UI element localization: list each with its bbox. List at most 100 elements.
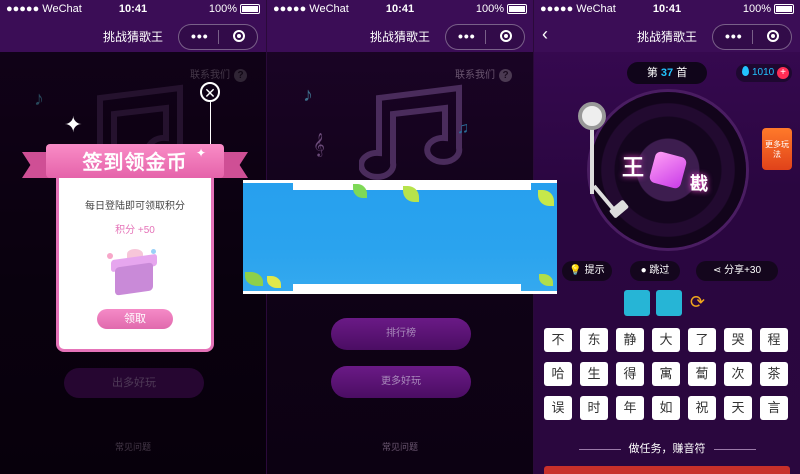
screen-game: ●●●●● WeChat 10:41 100% ‹ 挑战猜歌王 ••• 第 37… bbox=[534, 0, 800, 474]
close-miniprogram-icon[interactable] bbox=[233, 30, 245, 42]
faq-link[interactable]: 常见问题 bbox=[267, 440, 533, 453]
char-key[interactable]: 不 bbox=[544, 328, 572, 352]
answer-slot[interactable] bbox=[656, 290, 682, 316]
skip-label: 跳过 bbox=[649, 265, 670, 276]
char-key[interactable]: 生 bbox=[580, 362, 608, 386]
leaderboard-button[interactable]: 排行榜 bbox=[331, 318, 471, 350]
capsule-divider bbox=[218, 30, 219, 44]
add-coins-icon[interactable]: + bbox=[777, 67, 789, 79]
char-key[interactable]: 年 bbox=[616, 396, 644, 420]
close-modal-button[interactable]: ✕ bbox=[200, 82, 220, 102]
char-key[interactable]: 了 bbox=[688, 328, 716, 352]
mini-program-capsule: ••• bbox=[178, 24, 258, 50]
tonearm-base bbox=[578, 102, 606, 130]
record-label bbox=[648, 150, 688, 190]
hint-label: 提示 bbox=[584, 265, 605, 276]
nav-bar: 挑战猜歌王 ••• bbox=[0, 18, 266, 52]
char-key[interactable]: 程 bbox=[760, 328, 788, 352]
char-key[interactable]: 大 bbox=[652, 328, 680, 352]
char-key[interactable]: 时 bbox=[580, 396, 608, 420]
char-key[interactable]: 祝 bbox=[688, 396, 716, 420]
close-miniprogram-icon[interactable] bbox=[767, 30, 779, 42]
nav-bar: ‹ 挑战猜歌王 ••• bbox=[534, 18, 800, 52]
level-number: 37 bbox=[660, 67, 674, 79]
char-key[interactable]: 静 bbox=[616, 328, 644, 352]
battery: 100% bbox=[476, 3, 527, 15]
char-key[interactable]: 言 bbox=[760, 396, 788, 420]
char-key[interactable]: 天 bbox=[724, 396, 752, 420]
char-key[interactable]: 蔔 bbox=[688, 362, 716, 386]
battery-percent: 100% bbox=[208, 3, 237, 15]
status-bar: ●●●●● WeChat 10:41 100% bbox=[534, 0, 800, 18]
signin-desc: 每日登陆即可领取积分 bbox=[85, 201, 185, 212]
record-text: 戡 bbox=[690, 174, 708, 194]
more-icon[interactable]: ••• bbox=[725, 28, 743, 44]
battery: 100% bbox=[209, 3, 260, 15]
char-key[interactable]: 寓 bbox=[652, 362, 680, 386]
banner-background bbox=[243, 183, 557, 291]
char-key[interactable]: 哈 bbox=[544, 362, 572, 386]
level-prefix: 第 bbox=[646, 67, 658, 79]
capsule-divider bbox=[752, 30, 753, 44]
note-decoration-icon: ♪ bbox=[303, 84, 313, 106]
hint-button[interactable]: 💡 提示 bbox=[562, 261, 612, 281]
help-icon: ? bbox=[499, 69, 512, 82]
more-icon[interactable]: ••• bbox=[191, 28, 209, 44]
record-text: 王 bbox=[622, 155, 645, 180]
level-indicator: 第 37 首 bbox=[627, 62, 707, 84]
battery-icon bbox=[507, 4, 527, 15]
ad-banner[interactable] bbox=[243, 180, 557, 294]
clef-decoration-icon: 𝄞 bbox=[313, 134, 325, 156]
tonearm bbox=[590, 122, 594, 194]
screen-signin: ●●●●● WeChat 10:41 100% 挑战猜歌王 ••• 联系我们? … bbox=[0, 0, 266, 474]
claim-button[interactable]: 领取 bbox=[97, 309, 173, 329]
battery: 100% bbox=[743, 3, 794, 15]
char-key[interactable]: 茶 bbox=[760, 362, 788, 386]
char-key[interactable]: 哭 bbox=[724, 328, 752, 352]
more-fun-button[interactable]: 更多好玩 bbox=[331, 366, 471, 398]
char-key[interactable]: 得 bbox=[616, 362, 644, 386]
coin-count: 1010 bbox=[752, 67, 775, 78]
share-button[interactable]: ⋖ 分享+30 bbox=[696, 261, 778, 281]
battery-icon bbox=[774, 4, 794, 15]
sparkle-icon: ✦ bbox=[64, 112, 83, 137]
ribbon-tail-right bbox=[220, 152, 248, 178]
refresh-icon[interactable]: ⟳ bbox=[690, 292, 705, 313]
status-bar: ●●●●● WeChat 10:41 100% bbox=[267, 0, 533, 18]
mini-program-capsule: ••• bbox=[445, 24, 525, 50]
battery-percent: 100% bbox=[475, 3, 504, 15]
status-bar: ●●●●● WeChat 10:41 100% bbox=[0, 0, 266, 18]
note-decoration-icon: ♫ bbox=[457, 120, 469, 137]
share-icon: ⋖ bbox=[712, 265, 722, 276]
battery-icon bbox=[240, 4, 260, 15]
capsule-divider bbox=[485, 30, 486, 44]
char-key[interactable]: 次 bbox=[724, 362, 752, 386]
close-miniprogram-icon[interactable] bbox=[500, 30, 512, 42]
signin-ribbon: 签到领金币 bbox=[22, 140, 248, 184]
char-key[interactable]: 东 bbox=[580, 328, 608, 352]
divider-line bbox=[713, 448, 756, 450]
char-key[interactable]: 误 bbox=[544, 396, 572, 420]
answer-slot[interactable] bbox=[624, 290, 650, 316]
bulb-icon: 💡 bbox=[569, 265, 582, 276]
nav-bar: 挑战猜歌王 ••• bbox=[267, 18, 533, 52]
vinyl-record[interactable]: 王 戡 bbox=[590, 92, 746, 248]
task-label: 做任务，赚音符 bbox=[628, 443, 706, 455]
more-icon[interactable]: ••• bbox=[458, 28, 476, 44]
note-coins[interactable]: 1010 + bbox=[736, 64, 792, 82]
note-coin-icon bbox=[742, 66, 749, 76]
sparkle-icon: ✦ bbox=[196, 146, 207, 160]
task-banner[interactable]: 做任务，赚音符 bbox=[534, 440, 800, 456]
skip-button[interactable]: ● 跳过 bbox=[630, 261, 680, 281]
points-reward: 积分 +50 bbox=[115, 225, 155, 236]
bubble bbox=[107, 253, 113, 259]
task-bar bbox=[544, 466, 790, 474]
level-suffix: 首 bbox=[676, 67, 688, 79]
more-games-button[interactable]: 更多玩法 bbox=[762, 128, 792, 170]
banner-edge bbox=[293, 284, 521, 294]
gift-box bbox=[115, 262, 153, 296]
divider-line bbox=[578, 448, 621, 450]
share-label: 分享+30 bbox=[724, 265, 762, 276]
battery-percent: 100% bbox=[742, 3, 771, 15]
char-key[interactable]: 如 bbox=[652, 396, 680, 420]
